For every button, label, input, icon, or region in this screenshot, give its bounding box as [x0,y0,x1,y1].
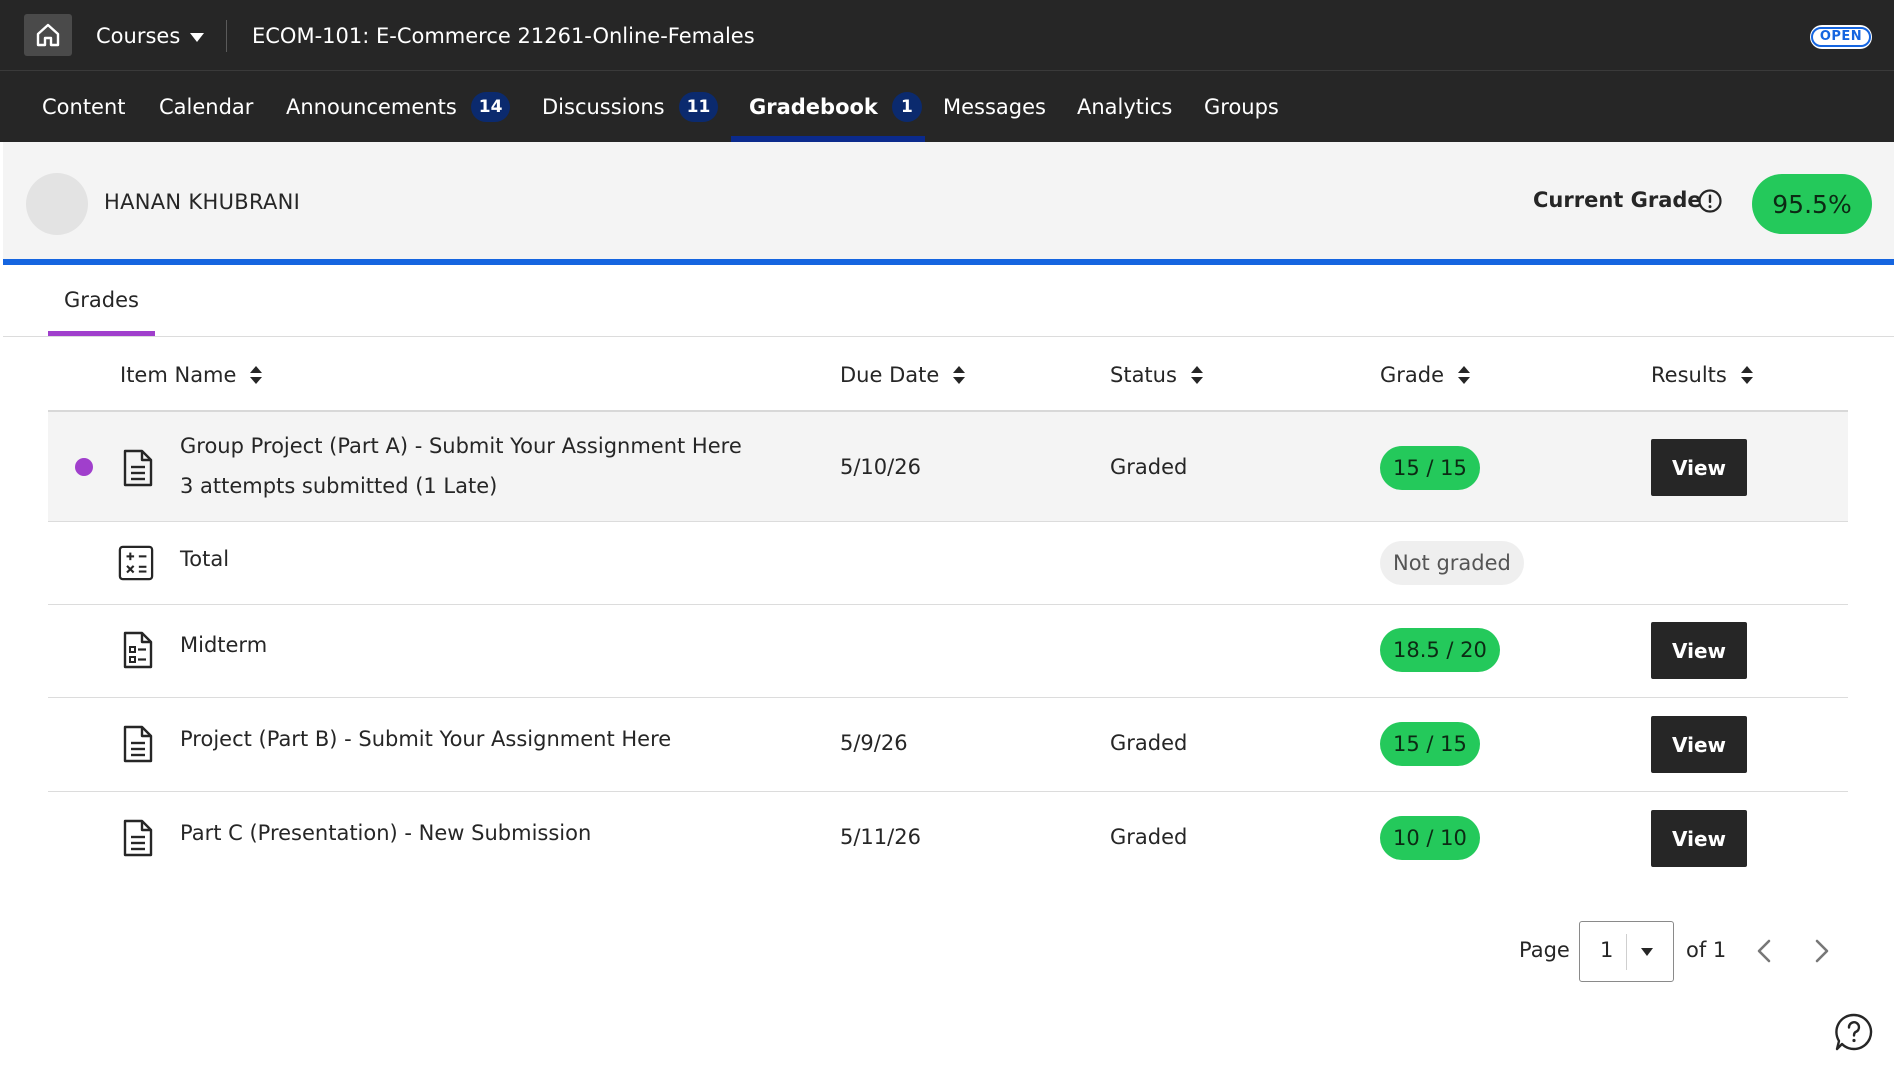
item-name-link[interactable]: Project (Part B) - Submit Your Assignmen… [180,727,671,751]
item-name-link[interactable]: Total [180,547,229,571]
view-results-button[interactable]: View [1651,716,1747,773]
avatar [26,173,88,235]
due-date: 5/11/26 [840,825,921,849]
grade-pill: Not graded [1380,541,1524,585]
tab-label: Content [42,94,126,119]
due-date: 5/9/26 [840,731,908,755]
tab-label: Analytics [1077,94,1173,119]
column-header-item-name[interactable]: Item Name [120,360,263,390]
count-badge: 1 [891,91,922,122]
sort-icon [250,365,263,385]
status-text: Graded [1110,731,1188,755]
unread-indicator [75,458,93,476]
tab-label: Messages [943,94,1046,119]
status-badge-label: OPEN [1810,27,1872,47]
divider [1626,934,1627,970]
column-header-due-date[interactable]: Due Date [840,360,966,390]
item-name-link[interactable]: Midterm [180,633,267,657]
column-header-label: Grade [1380,363,1445,387]
tab-messages[interactable]: Messages [943,71,1046,142]
table-row [48,412,1848,522]
test-icon [123,631,153,669]
status-text: Graded [1110,825,1188,849]
assignment-icon [123,449,153,487]
column-header-status[interactable]: Status [1110,360,1204,390]
tab-label: Groups [1204,94,1279,119]
header-accent-line [3,259,1894,265]
item-name-link[interactable]: Part C (Presentation) - New Submission [180,821,591,845]
grade-pill: 15 / 15 [1380,722,1480,766]
column-header-label: Results [1651,363,1727,387]
column-header-label: Status [1110,363,1177,387]
chevron-down-icon [190,32,205,42]
tab-groups[interactable]: Groups [1204,71,1279,142]
chevron-down-icon [1641,948,1653,956]
column-header-label: Item Name [120,363,237,387]
divider [48,604,1848,605]
sort-icon [1458,365,1471,385]
page-label: Page [1519,938,1570,962]
previous-page-icon[interactable] [1748,934,1782,968]
tab-label: Discussions [542,94,665,119]
current-grade-label: Current Grade [1533,188,1702,212]
column-header-results[interactable]: Results [1651,360,1754,390]
tab-content[interactable]: Content [42,71,126,142]
item-name-link[interactable]: Group Project (Part A) - Submit Your Ass… [180,434,742,458]
status-text: Graded [1110,455,1188,479]
home-button[interactable] [24,14,72,56]
tab-analytics[interactable]: Analytics [1077,71,1172,142]
tab-gradebook[interactable]: Gradebook 1 [749,71,922,142]
assignment-icon [123,819,153,857]
courses-label: Courses [96,24,181,48]
column-header-grade[interactable]: Grade [1380,360,1471,390]
top-bar: Courses ECOM-101: E-Commerce 21261-Onlin… [0,0,1894,71]
item-subtext: 3 attempts submitted (1 Late) [180,474,498,498]
info-icon[interactable] [1697,188,1723,214]
view-results-button[interactable]: View [1651,622,1747,679]
sort-icon [1740,365,1754,385]
divider [226,20,227,52]
page-select[interactable]: 1 [1579,921,1674,982]
view-results-button[interactable]: View [1651,810,1747,867]
calculation-icon [118,545,154,581]
tab-discussions[interactable]: Discussions 11 [542,71,719,142]
sort-icon [1190,365,1204,385]
count-badge: 14 [470,91,511,122]
grade-pill: 10 / 10 [1380,816,1480,860]
help-icon[interactable] [1834,1012,1874,1052]
divider [48,697,1848,698]
tab-label: Calendar [159,94,254,119]
divider [3,336,1894,337]
tab-label: Announcements [286,94,457,119]
course-status-badge: OPEN [1810,25,1872,49]
courses-dropdown[interactable]: Courses [96,20,205,52]
assignment-icon [123,725,153,763]
grade-pill: 15 / 15 [1380,446,1480,490]
course-title: ECOM-101: E-Commerce 21261-Online-Female… [252,24,755,48]
course-nav: Content Calendar Announcements 14 Discus… [0,71,1894,142]
due-date: 5/10/26 [840,455,921,479]
home-icon [36,23,60,47]
tab-calendar[interactable]: Calendar [159,71,253,142]
tab-label: Gradebook [749,94,878,119]
page-select-value: 1 [1600,938,1614,962]
page-count-label: of 1 [1686,938,1727,962]
grade-pill: 18.5 / 20 [1380,628,1500,672]
count-badge: 11 [678,91,719,122]
tab-grades[interactable]: Grades [48,282,155,337]
tab-announcements[interactable]: Announcements 14 [286,71,511,142]
divider [48,791,1848,792]
current-grade-pill: 95.5% [1752,174,1872,234]
sort-icon [953,365,966,385]
view-results-button[interactable]: View [1651,439,1747,496]
student-name: HANAN KHUBRANI [104,190,301,214]
next-page-icon[interactable] [1804,934,1838,968]
column-header-label: Due Date [840,363,940,387]
